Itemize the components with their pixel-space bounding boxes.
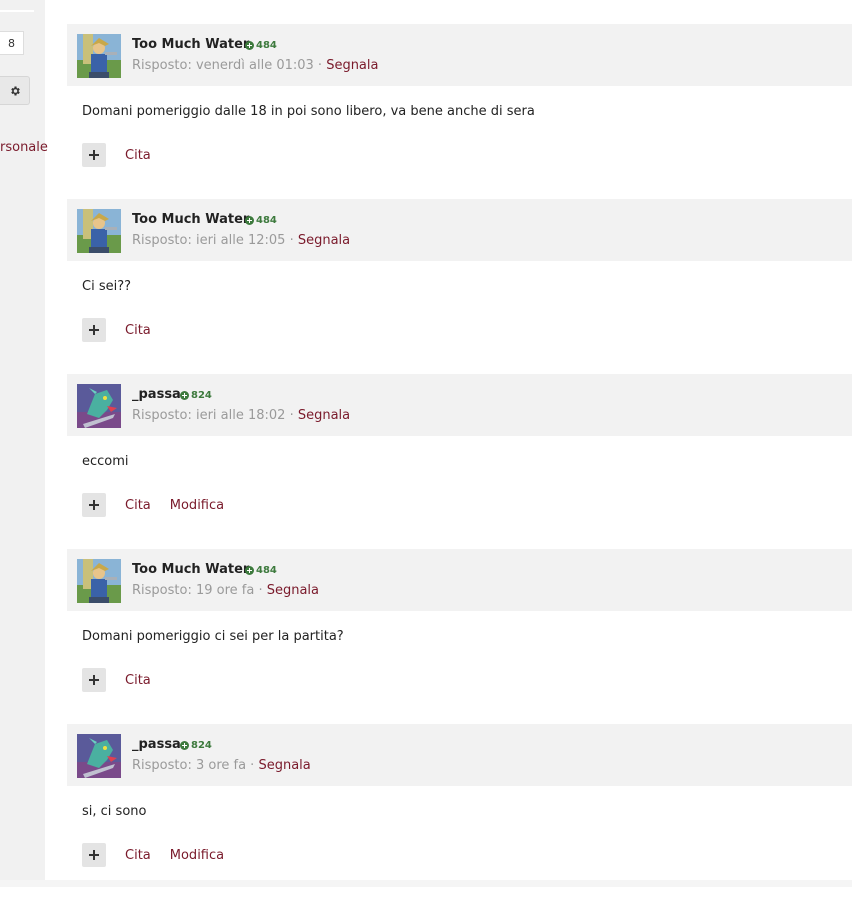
username[interactable]: Too Much Water. xyxy=(132,212,252,227)
user-avatar[interactable] xyxy=(77,384,121,428)
report-link[interactable]: Segnala xyxy=(267,583,319,598)
quote-link[interactable]: Cita xyxy=(125,848,151,863)
plus-circle-icon xyxy=(245,41,254,50)
sidebar: 8 rsonale xyxy=(0,0,48,887)
post-actions: Cita Modifica xyxy=(82,843,224,867)
post: _passa 824 Risposto: ieri alle 18:02 · S… xyxy=(67,374,852,549)
post-actions: Cita xyxy=(82,143,151,167)
reputation-count: 824 xyxy=(191,740,212,751)
user-avatar[interactable] xyxy=(77,559,121,603)
reputation-badge: 484 xyxy=(245,565,277,576)
post-meta: Risposto: 19 ore fa · Segnala xyxy=(132,583,319,598)
user-avatar[interactable] xyxy=(77,209,121,253)
username[interactable]: Too Much Water. xyxy=(132,37,252,52)
username[interactable]: Too Much Water. xyxy=(132,562,252,577)
user-avatar[interactable] xyxy=(77,734,121,778)
post-header: _passa 824 Risposto: ieri alle 18:02 · S… xyxy=(67,374,852,436)
report-link[interactable]: Segnala xyxy=(298,408,350,423)
post-meta: Risposto: ieri alle 18:02 · Segnala xyxy=(132,408,350,423)
post-timestamp: Risposto: 3 ore fa · xyxy=(132,758,259,773)
reputation-badge: 824 xyxy=(180,740,212,751)
settings-button[interactable] xyxy=(0,76,30,105)
report-link[interactable]: Segnala xyxy=(258,758,310,773)
sidebar-link-personale[interactable]: rsonale xyxy=(0,140,60,155)
post-actions: Cita xyxy=(82,668,151,692)
reputation-count: 484 xyxy=(256,215,277,226)
post-actions: Cita Modifica xyxy=(82,493,224,517)
edit-link[interactable]: Modifica xyxy=(170,848,224,863)
add-button[interactable] xyxy=(82,143,106,167)
post-timestamp: Risposto: ieri alle 18:02 · xyxy=(132,408,298,423)
post-meta: Risposto: venerdì alle 01:03 · Segnala xyxy=(132,58,378,73)
post-header: Too Much Water. 484 Risposto: ieri alle … xyxy=(67,199,852,261)
quote-link[interactable]: Cita xyxy=(125,323,151,338)
quote-link[interactable]: Cita xyxy=(125,673,151,688)
username[interactable]: _passa xyxy=(132,737,181,752)
post-timestamp: Risposto: 19 ore fa · xyxy=(132,583,267,598)
post: Too Much Water. 484 Risposto: ieri alle … xyxy=(67,199,852,374)
gear-icon xyxy=(10,86,20,95)
post: Too Much Water. 484 Risposto: venerdì al… xyxy=(67,24,852,199)
dragon-avatar-image xyxy=(77,384,121,428)
add-button[interactable] xyxy=(82,493,106,517)
plus-circle-icon xyxy=(180,741,189,750)
report-link[interactable]: Segnala xyxy=(298,233,350,248)
post-content: Ci sei?? xyxy=(82,279,132,294)
quote-link[interactable]: Cita xyxy=(125,148,151,163)
post-timestamp: Risposto: venerdì alle 01:03 · xyxy=(132,58,327,73)
quote-link[interactable]: Cita xyxy=(125,498,151,513)
plus-circle-icon xyxy=(245,566,254,575)
post-content: Domani pomeriggio ci sei per la partita? xyxy=(82,629,344,644)
add-button[interactable] xyxy=(82,843,106,867)
post-meta: Risposto: 3 ore fa · Segnala xyxy=(132,758,311,773)
plus-circle-icon xyxy=(180,391,189,400)
reputation-badge: 484 xyxy=(245,40,277,51)
post-header: _passa 824 Risposto: 3 ore fa · Segnala xyxy=(67,724,852,786)
bottom-divider xyxy=(0,880,852,887)
post-timestamp: Risposto: ieri alle 12:05 · xyxy=(132,233,298,248)
post-content: si, ci sono xyxy=(82,804,147,819)
link-avatar-image xyxy=(77,209,121,253)
post-header: Too Much Water. 484 Risposto: venerdì al… xyxy=(67,24,852,86)
reputation-badge: 824 xyxy=(180,390,212,401)
post-content: eccomi xyxy=(82,454,129,469)
add-button[interactable] xyxy=(82,668,106,692)
reputation-count: 484 xyxy=(256,565,277,576)
post: Too Much Water. 484 Risposto: 19 ore fa … xyxy=(67,549,852,724)
post-meta: Risposto: ieri alle 12:05 · Segnala xyxy=(132,233,350,248)
dragon-avatar-image xyxy=(77,734,121,778)
post-content: Domani pomeriggio dalle 18 in poi sono l… xyxy=(82,104,535,119)
username[interactable]: _passa xyxy=(132,387,181,402)
report-link[interactable]: Segnala xyxy=(326,58,378,73)
add-button[interactable] xyxy=(82,318,106,342)
edit-link[interactable]: Modifica xyxy=(170,498,224,513)
reputation-count: 484 xyxy=(256,40,277,51)
link-avatar-image xyxy=(77,34,121,78)
reputation-badge: 484 xyxy=(245,215,277,226)
user-avatar[interactable] xyxy=(77,34,121,78)
post-header: Too Much Water. 484 Risposto: 19 ore fa … xyxy=(67,549,852,611)
sidebar-divider xyxy=(0,10,34,12)
post: _passa 824 Risposto: 3 ore fa · Segnala … xyxy=(67,724,852,899)
reputation-count: 824 xyxy=(191,390,212,401)
link-avatar-image xyxy=(77,559,121,603)
plus-circle-icon xyxy=(245,216,254,225)
post-actions: Cita xyxy=(82,318,151,342)
sidebar-count-badge: 8 xyxy=(0,31,24,55)
